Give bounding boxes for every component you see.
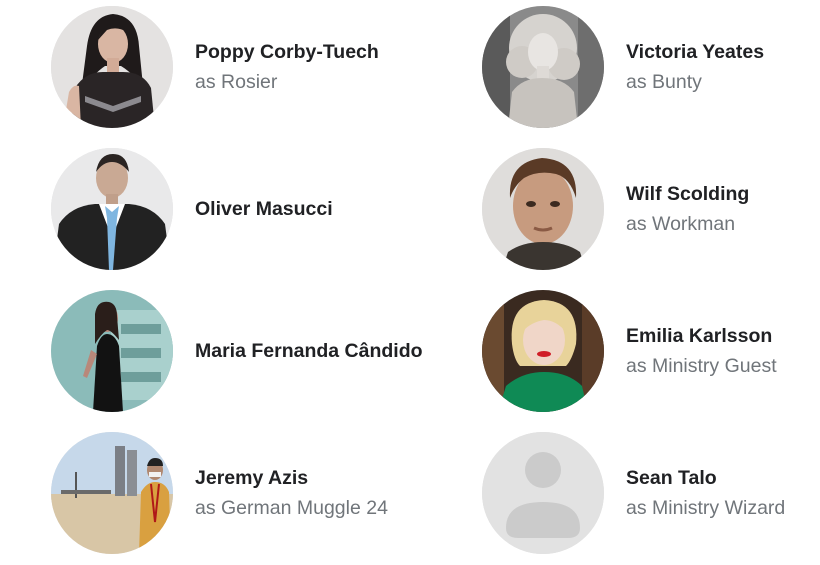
character-name: as German Muggle 24 [195, 497, 388, 519]
cast-info: Victoria Yeates as Bunty [626, 39, 764, 95]
actor-photo[interactable] [482, 6, 604, 128]
cast-card[interactable]: Poppy Corby-Tuech as Rosier [51, 5, 441, 129]
cast-list: Poppy Corby-Tuech as Rosier Victoria Yea… [0, 0, 820, 565]
actor-name[interactable]: Jeremy Azis [195, 465, 388, 491]
actor-name[interactable]: Oliver Masucci [195, 196, 333, 222]
cast-info: Oliver Masucci [195, 196, 333, 222]
character-name: as Ministry Guest [626, 355, 777, 377]
actor-name[interactable]: Victoria Yeates [626, 39, 764, 65]
actor-photo[interactable] [51, 432, 173, 554]
actor-name[interactable]: Emilia Karlsson [626, 323, 777, 349]
actor-name[interactable]: Maria Fernanda Cândido [195, 338, 423, 364]
actor-photo-placeholder[interactable] [482, 432, 604, 554]
actor-name[interactable]: Wilf Scolding [626, 181, 749, 207]
actor-photo[interactable] [51, 6, 173, 128]
cast-card[interactable]: Jeremy Azis as German Muggle 24 [51, 431, 441, 555]
cast-info: Emilia Karlsson as Ministry Guest [626, 323, 777, 379]
cast-info: Poppy Corby-Tuech as Rosier [195, 39, 379, 95]
cast-card[interactable]: Wilf Scolding as Workman [482, 147, 820, 271]
cast-card[interactable]: Victoria Yeates as Bunty [482, 5, 820, 129]
character-name: as Workman [626, 213, 736, 235]
character-name: as Bunty [626, 71, 702, 93]
cast-card[interactable]: Oliver Masucci [51, 147, 441, 271]
actor-photo[interactable] [482, 290, 604, 412]
character-name: as Rosier [195, 71, 278, 93]
cast-card[interactable]: Sean Talo as Ministry Wizard [482, 431, 820, 555]
actor-photo[interactable] [482, 148, 604, 270]
actor-photo[interactable] [51, 148, 173, 270]
cast-card[interactable]: Maria Fernanda Cândido [51, 289, 441, 413]
character-name: as Ministry Wizard [626, 497, 786, 519]
cast-info: Sean Talo as Ministry Wizard [626, 465, 785, 521]
cast-card[interactable]: Emilia Karlsson as Ministry Guest [482, 289, 820, 413]
person-placeholder-icon [482, 432, 604, 554]
actor-name[interactable]: Poppy Corby-Tuech [195, 39, 379, 65]
cast-info: Maria Fernanda Cândido [195, 338, 423, 364]
actor-photo[interactable] [51, 290, 173, 412]
actor-name[interactable]: Sean Talo [626, 465, 785, 491]
cast-info: Wilf Scolding as Workman [626, 181, 749, 237]
cast-info: Jeremy Azis as German Muggle 24 [195, 465, 388, 521]
